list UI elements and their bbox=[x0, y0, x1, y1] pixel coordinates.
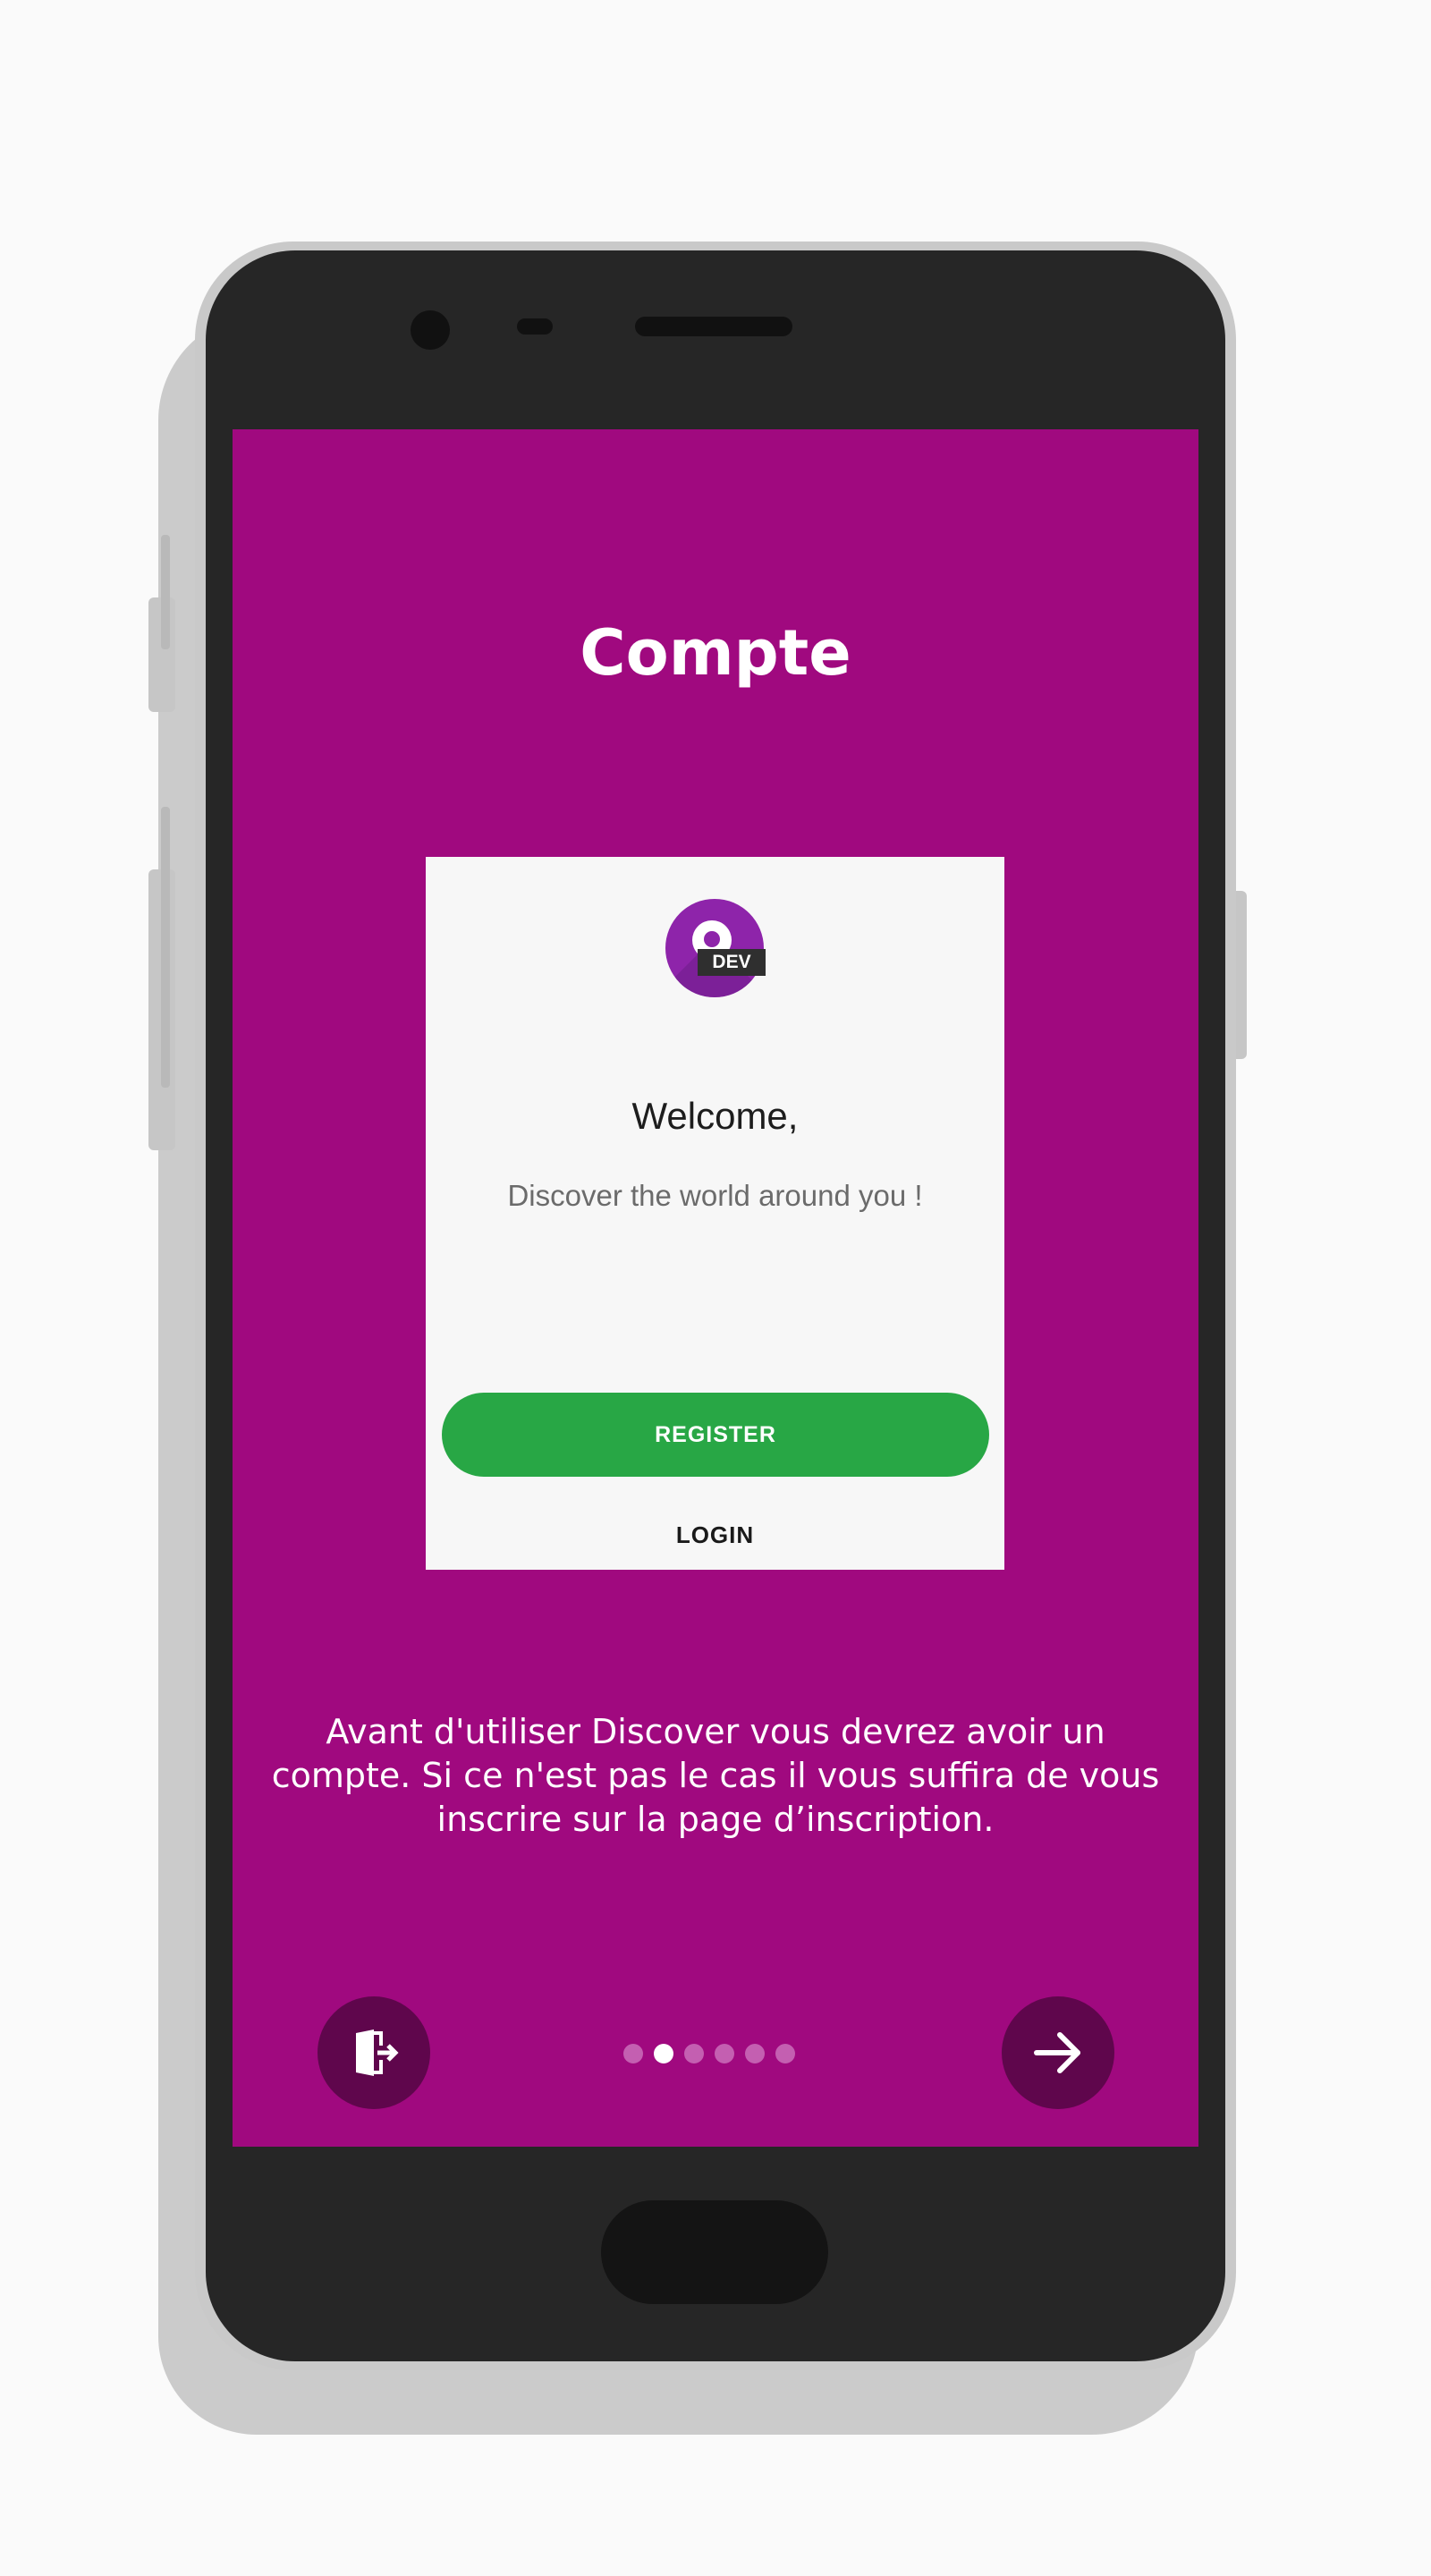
page-dot bbox=[684, 2044, 704, 2063]
next-button[interactable] bbox=[1002, 1996, 1114, 2109]
earpiece-speaker bbox=[635, 317, 792, 336]
lock-logo-icon bbox=[665, 899, 764, 997]
page-title: Compte bbox=[580, 616, 851, 690]
dev-badge: DEV bbox=[698, 949, 766, 976]
front-camera bbox=[411, 310, 450, 350]
arrow-right-icon bbox=[1034, 2032, 1080, 2073]
login-link: LOGIN bbox=[675, 1521, 755, 1548]
volume-down-key bbox=[148, 807, 175, 1150]
description-text: Avant d'utiliser Discover vous devrez av… bbox=[271, 1712, 1160, 1839]
page-dot bbox=[654, 2044, 673, 2063]
page-indicator bbox=[623, 2043, 795, 2064]
welcome-heading: Welcome, bbox=[631, 1095, 799, 1137]
page-dot bbox=[623, 2044, 643, 2063]
onboarding-screen: Compte DEV Welcome, Discover the world a… bbox=[233, 429, 1198, 2147]
tagline: Discover the world around you ! bbox=[507, 1179, 923, 1212]
exit-door-icon bbox=[356, 2029, 399, 2076]
register-button: REGISTER bbox=[442, 1393, 989, 1477]
page-dot bbox=[715, 2044, 734, 2063]
home-button[interactable] bbox=[601, 2200, 828, 2304]
page-dot bbox=[775, 2044, 795, 2063]
skip-button[interactable] bbox=[318, 1996, 430, 2109]
page-dot bbox=[745, 2044, 765, 2063]
volume-up-key bbox=[148, 535, 175, 712]
login-screen-preview: DEV Welcome, Discover the world around y… bbox=[426, 857, 1004, 1570]
proximity-sensor bbox=[517, 318, 553, 335]
